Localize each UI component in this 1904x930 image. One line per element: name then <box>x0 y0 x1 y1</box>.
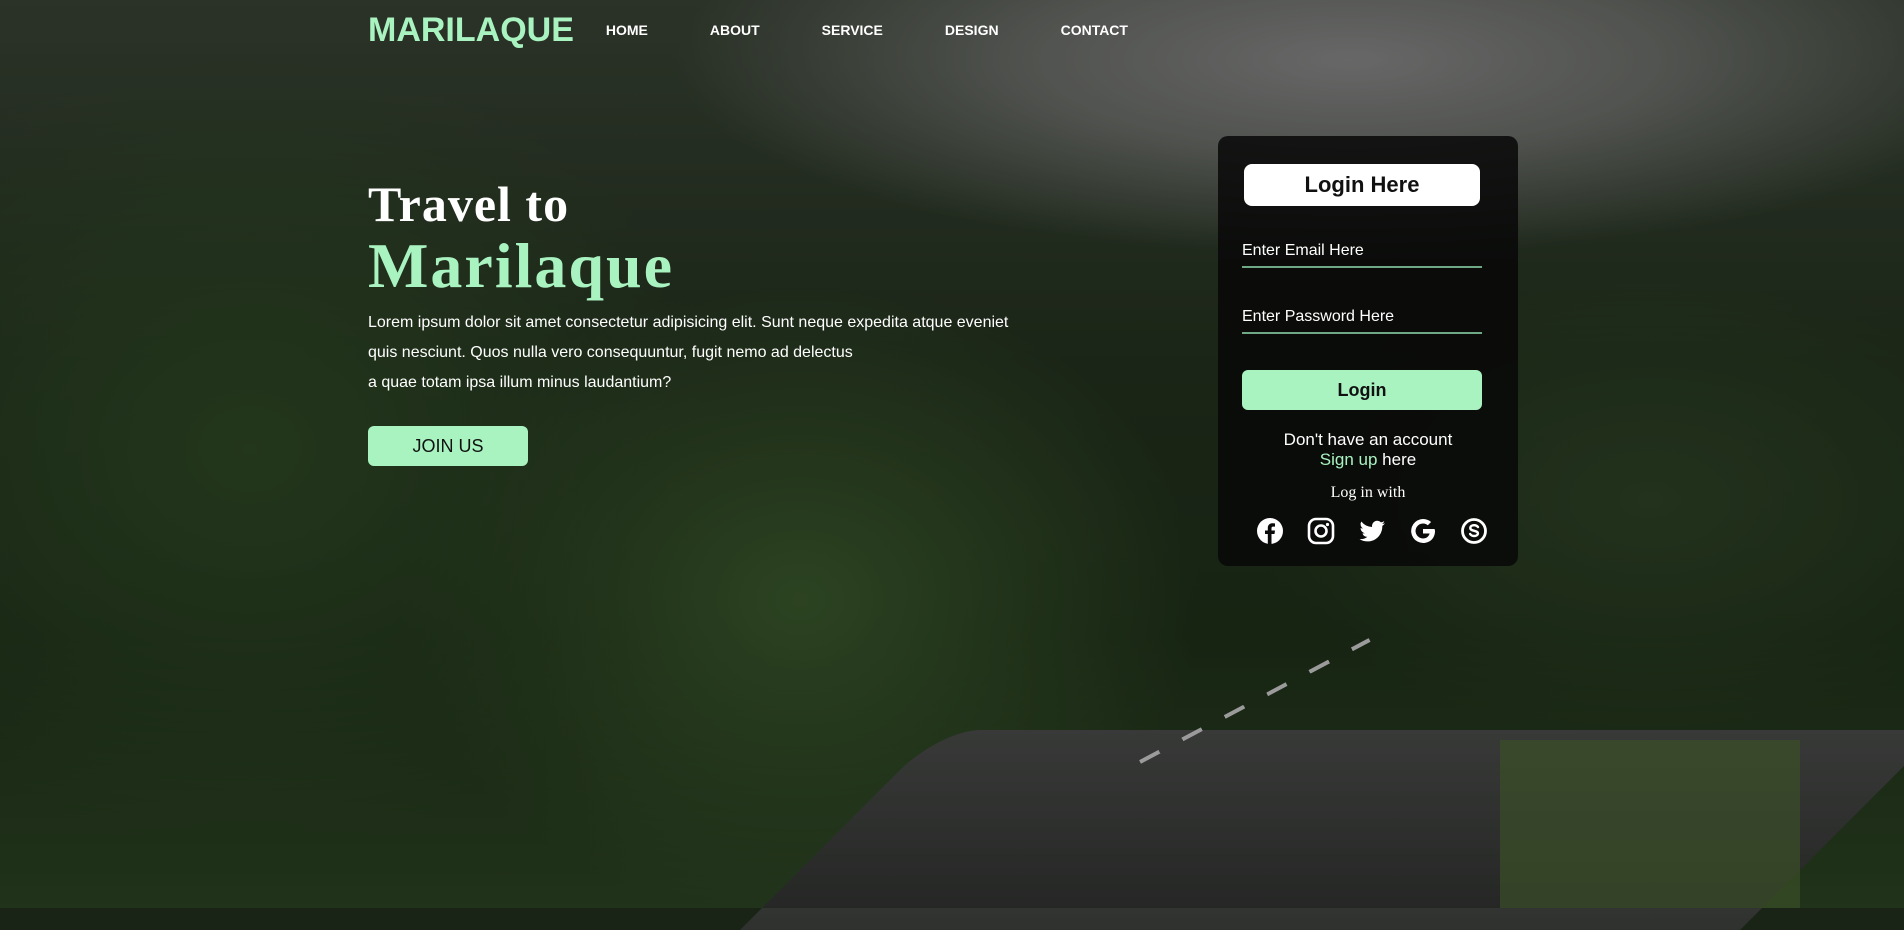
nav-about[interactable]: ABOUT <box>710 22 760 38</box>
email-field[interactable] <box>1242 236 1482 268</box>
background-overlay <box>0 0 1904 908</box>
hero-description-line: a quae totam ipsa illum minus laudantium… <box>368 374 672 391</box>
social-icons <box>1256 517 1488 545</box>
hero-section: Travel to Marilaque Lorem ipsum dolor si… <box>368 178 1168 398</box>
no-account-text: Don't have an account <box>1283 430 1453 449</box>
social-login-label: Log in with <box>1330 484 1406 501</box>
twitter-icon[interactable] <box>1358 517 1386 545</box>
top-navigation: MARILAQUE HOME ABOUT SERVICE DESIGN CONT… <box>368 10 1190 50</box>
hero-heading: Travel to <box>368 176 570 232</box>
instagram-icon[interactable] <box>1307 517 1335 545</box>
password-field[interactable] <box>1242 302 1482 334</box>
nav-design[interactable]: DESIGN <box>945 22 999 38</box>
login-button[interactable]: Login <box>1242 370 1482 410</box>
nav-home[interactable]: HOME <box>606 22 648 38</box>
hero-description-line: quis nesciunt. Quos nulla vero consequun… <box>368 344 853 361</box>
join-us-button[interactable]: JOIN US <box>368 426 528 466</box>
hero-description-line: Lorem ipsum dolor sit amet consectetur a… <box>368 314 1009 331</box>
login-card: Login Here Login Don't have an account S… <box>1218 136 1518 566</box>
nav-service[interactable]: SERVICE <box>822 22 883 38</box>
signup-prompt: Don't have an account Sign up here <box>1218 430 1518 470</box>
skype-icon[interactable] <box>1460 517 1488 545</box>
google-icon[interactable] <box>1409 517 1437 545</box>
signup-suffix: here <box>1377 450 1417 469</box>
signup-link[interactable]: Sign up <box>1320 450 1378 469</box>
hero-brand-title: Marilaque <box>368 230 674 301</box>
facebook-icon[interactable] <box>1256 517 1284 545</box>
site-logo[interactable]: MARILAQUE <box>368 11 574 50</box>
hero-description: Lorem ipsum dolor sit amet consectetur a… <box>368 308 1168 398</box>
login-title: Login Here <box>1244 164 1480 206</box>
nav-contact[interactable]: CONTACT <box>1061 22 1128 38</box>
